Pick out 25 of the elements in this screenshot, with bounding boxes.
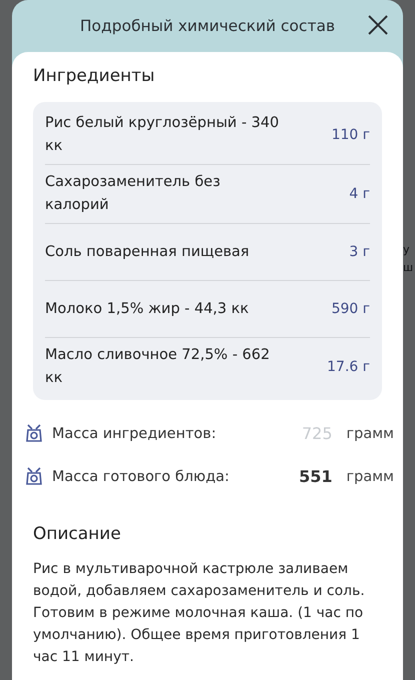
background-text: ш	[403, 260, 414, 276]
ingredient-amount: 17.6 г	[327, 359, 370, 375]
ingredient-amount: 4 г	[349, 186, 370, 202]
mass-unit: грамм	[346, 426, 394, 442]
ingredient-amount: 3 г	[349, 244, 370, 260]
ingredient-amount: 590 г	[331, 301, 370, 317]
scale-icon	[24, 424, 44, 443]
ingredient-amount: 110 г	[331, 127, 370, 143]
mass-label: Масса готового блюда:	[52, 468, 230, 484]
mass-unit: грамм	[346, 468, 394, 484]
close-button[interactable]	[367, 14, 389, 36]
background-text: у	[403, 242, 410, 258]
section-heading: Описание	[33, 523, 122, 546]
description-text: Рис в мультиварочной кастрюле заливаем водой, добавляем сахарозаменитель и соль. Готовим в режиме молочная каша. (1 час по умолчанию). Общее время приготовления 1 час 11 минут.	[33, 560, 366, 667]
ingredient-name: Молоко 1,5% жир - 44,3 кк	[45, 300, 249, 318]
mass-label: Масса ингредиентов:	[52, 426, 218, 442]
ingredient-name: Рис белый круглозёрный - 340 кк	[45, 114, 280, 156]
close-icon	[367, 14, 389, 36]
scale-icon	[24, 467, 44, 486]
section-heading: Ингредиенты	[33, 65, 156, 88]
ingredient-name: Масло сливочное 72,5% - 662 кк	[45, 346, 271, 388]
dialog-title: Подробный химический состав	[80, 17, 335, 35]
ingredient-name: Сахарозаменитель без калорий	[45, 173, 222, 215]
ingredient-name: Соль поваренная пищевая	[45, 242, 250, 262]
mass-value: 551	[298, 467, 332, 486]
